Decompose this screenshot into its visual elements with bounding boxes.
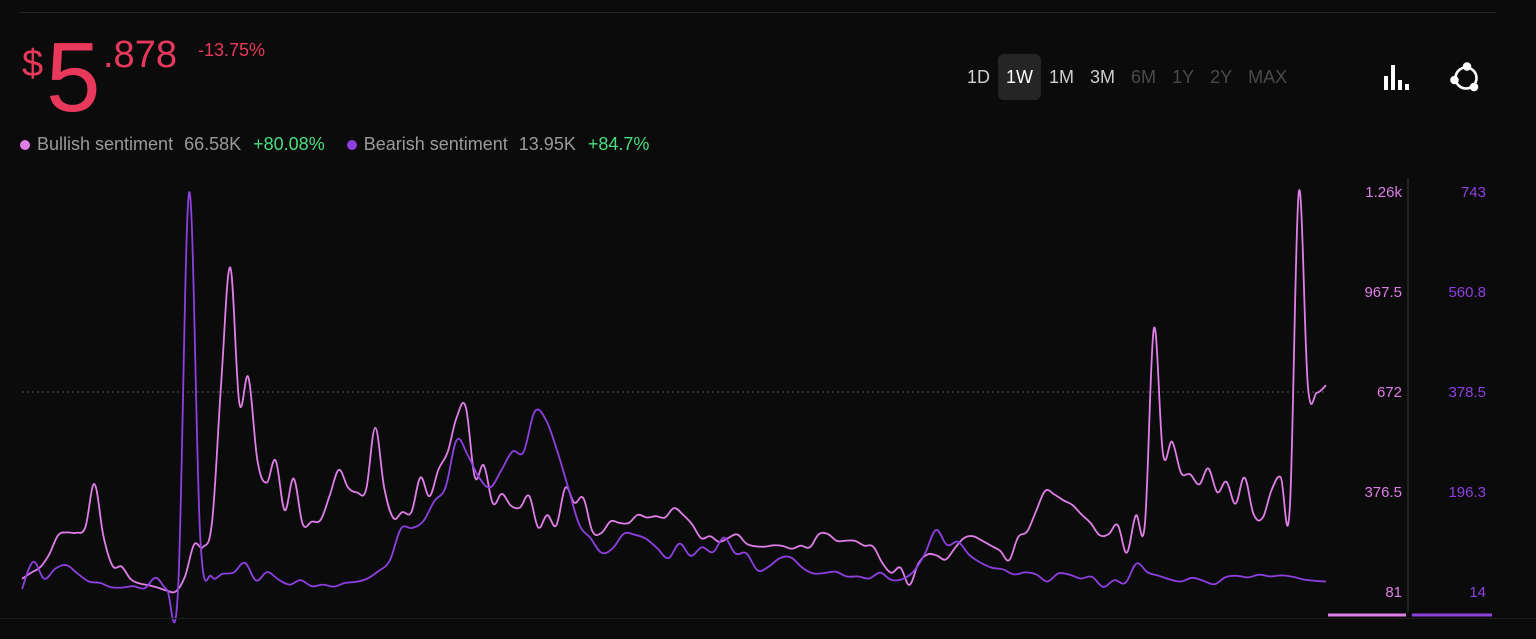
right-axis-tick: 378.5 bbox=[1448, 384, 1486, 401]
right-axis-tick: 196.3 bbox=[1448, 484, 1486, 501]
right-axis-tick: 560.8 bbox=[1448, 284, 1486, 301]
sentiment-chart: 1.26k 967.5 672 376.5 81 743 560.8 378.5 196.3 14 bbox=[21, 178, 1492, 624]
bottom-divider bbox=[0, 618, 1536, 619]
right-axis-tick: 14 bbox=[1469, 584, 1486, 601]
left-axis-tick: 672 bbox=[1377, 384, 1402, 401]
left-axis-tick: 1.26k bbox=[1365, 184, 1402, 201]
bullish-line bbox=[21, 189, 1327, 594]
right-axis-tick: 743 bbox=[1461, 184, 1486, 201]
left-axis-tick: 81 bbox=[1385, 584, 1402, 601]
left-axis-tick: 376.5 bbox=[1364, 484, 1402, 501]
left-axis-tick: 967.5 bbox=[1364, 284, 1402, 301]
bearish-line bbox=[21, 191, 1327, 624]
